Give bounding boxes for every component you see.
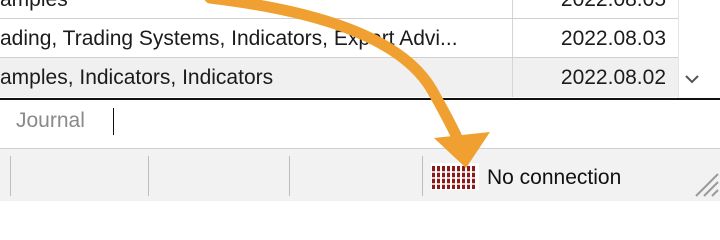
status-separator [148,156,149,196]
date-cell: 2022.08.03 [560,27,666,50]
table-row[interactable]: amples, Indicators, Indicators 2022.08.0… [0,58,678,97]
tab-bar [0,100,720,148]
date-cell: 2022.08.02 [560,66,666,89]
chevron-down-icon[interactable] [678,64,706,94]
table-row[interactable]: amples 2022.08.05 [0,0,678,19]
status-separator [422,156,423,196]
connection-status-bars-icon [431,163,479,190]
tab-divider [113,108,114,135]
resize-grip-icon[interactable] [690,168,720,200]
articles-table: amples 2022.08.05 ading, Trading Systems… [0,0,718,98]
category-cell: amples, Indicators, Indicators [0,58,513,97]
category-cell: ading, Trading Systems, Indicators, Expe… [0,19,513,58]
status-separator [289,156,290,196]
category-cell: amples [0,0,513,19]
date-cell: 2022.08.05 [513,0,666,19]
connection-status-text[interactable]: No connection [487,163,621,193]
tab-journal[interactable]: Journal [16,106,85,136]
status-separator [10,156,11,196]
table-row[interactable]: ading, Trading Systems, Indicators, Expe… [0,19,678,58]
